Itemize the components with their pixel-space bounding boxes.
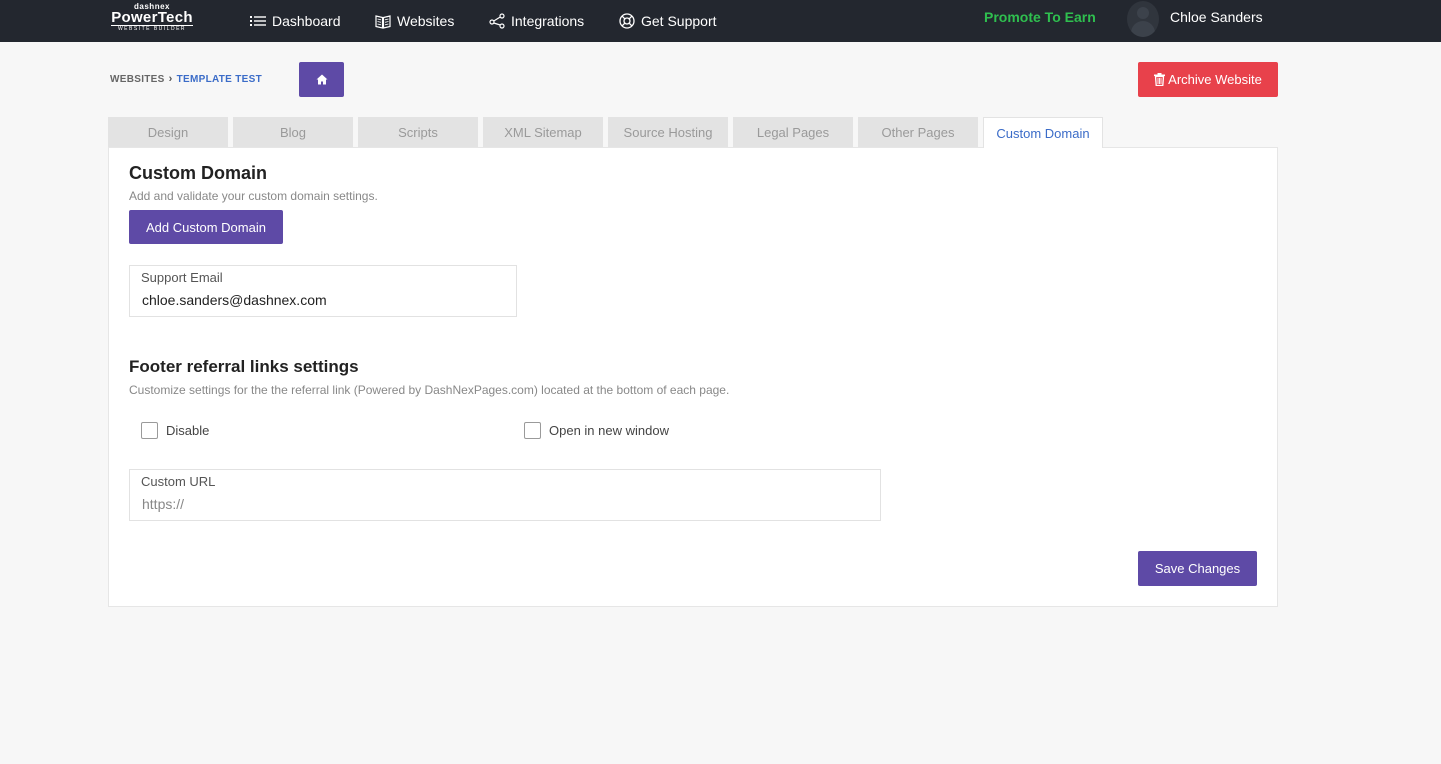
- footer-referral-subtitle: Customize settings for the the referral …: [129, 383, 730, 397]
- tab-other-pages[interactable]: Other Pages: [858, 117, 978, 147]
- add-custom-domain-button[interactable]: Add Custom Domain: [129, 210, 283, 244]
- book-icon: [375, 14, 391, 29]
- open-new-window-checkbox[interactable]: Open in new window: [524, 422, 669, 439]
- nav-label-dashboard: Dashboard: [272, 13, 341, 29]
- settings-panel: [108, 147, 1278, 607]
- breadcrumb: WEBSITES › TEMPLATE TEST: [110, 73, 262, 85]
- open-new-window-label: Open in new window: [549, 423, 669, 438]
- tab-label: Scripts: [398, 124, 438, 140]
- nav-item-integrations[interactable]: Integrations: [489, 0, 584, 42]
- home-icon: [316, 74, 327, 85]
- tab-design[interactable]: Design: [108, 117, 228, 147]
- chevron-right-icon: ›: [168, 73, 173, 85]
- tab-custom-domain[interactable]: Custom Domain: [983, 117, 1103, 148]
- nav-label-get-support: Get Support: [641, 13, 717, 29]
- home-button[interactable]: [299, 62, 344, 97]
- tab-label: Legal Pages: [756, 124, 830, 140]
- support-email-input[interactable]: [142, 292, 502, 308]
- tab-source-hosting[interactable]: Source Hosting: [608, 117, 728, 147]
- archive-website-button[interactable]: Archive Website: [1138, 62, 1278, 97]
- brand-line-2: PowerTech: [111, 9, 193, 26]
- promote-to-earn-link[interactable]: Promote To Earn: [984, 9, 1096, 25]
- tab-xml-sitemap[interactable]: XML Sitemap: [483, 117, 603, 147]
- nav-item-dashboard[interactable]: Dashboard: [250, 0, 341, 42]
- brand-line-3: WEBSITE BUILDER: [111, 25, 193, 33]
- tab-label: Design: [147, 124, 189, 140]
- nav-label-websites: Websites: [397, 13, 455, 29]
- tab-label: Source Hosting: [623, 124, 713, 140]
- breadcrumb-websites-link[interactable]: WEBSITES: [110, 74, 165, 85]
- tab-label: Custom Domain: [996, 125, 1090, 141]
- list-icon: [250, 16, 266, 26]
- avatar-head-shape: [1137, 7, 1149, 19]
- save-changes-button[interactable]: Save Changes: [1138, 551, 1257, 586]
- disable-label: Disable: [166, 423, 210, 438]
- support-email-field[interactable]: Support Email: [129, 265, 517, 317]
- tab-scripts[interactable]: Scripts: [358, 117, 478, 147]
- tab-legal-pages[interactable]: Legal Pages: [733, 117, 853, 147]
- user-name[interactable]: Chloe Sanders: [1170, 9, 1263, 25]
- nav-label-integrations: Integrations: [511, 13, 585, 29]
- top-navbar: dashnex PowerTech WEBSITE BUILDER Dashbo…: [0, 0, 1441, 42]
- tab-blog[interactable]: Blog: [233, 117, 353, 147]
- custom-url-input[interactable]: [142, 496, 862, 512]
- nav-item-websites[interactable]: Websites: [375, 0, 454, 42]
- avatar-body-shape: [1131, 21, 1155, 37]
- tab-label: Other Pages: [881, 124, 955, 140]
- tab-label: XML Sitemap: [504, 124, 582, 140]
- tab-label: Blog: [279, 124, 307, 140]
- support-email-label: Support Email: [141, 270, 223, 285]
- brand-logo[interactable]: dashnex PowerTech WEBSITE BUILDER: [107, 3, 197, 33]
- footer-referral-title: Footer referral links settings: [129, 357, 359, 376]
- archive-website-label: Archive Website: [1168, 72, 1262, 87]
- custom-url-field[interactable]: Custom URL: [129, 469, 881, 521]
- lifebuoy-icon: [619, 13, 635, 29]
- trash-icon: [1154, 73, 1166, 86]
- breadcrumb-current[interactable]: TEMPLATE TEST: [177, 74, 262, 85]
- custom-domain-title: Custom Domain: [129, 163, 268, 183]
- disable-checkbox[interactable]: Disable: [141, 422, 209, 439]
- user-avatar[interactable]: [1127, 1, 1159, 37]
- share-icon: [489, 13, 505, 29]
- custom-url-label: Custom URL: [141, 474, 216, 489]
- nav-item-get-support[interactable]: Get Support: [619, 0, 717, 42]
- custom-domain-subtitle: Add and validate your custom domain sett…: [129, 189, 378, 203]
- checkbox-box[interactable]: [524, 422, 541, 439]
- checkbox-box[interactable]: [141, 422, 158, 439]
